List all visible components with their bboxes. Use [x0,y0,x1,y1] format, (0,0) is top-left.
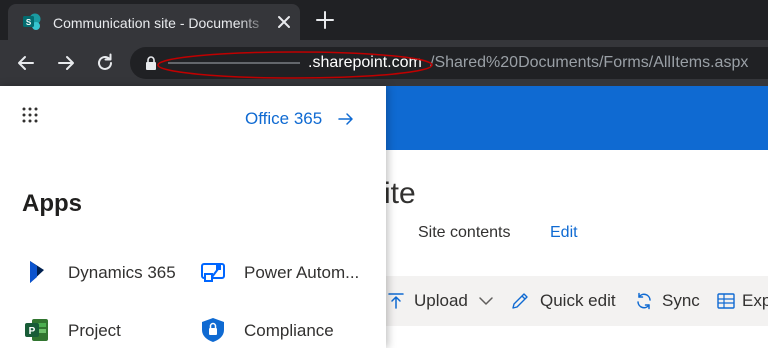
apps-heading: Apps [22,190,82,217]
app-tile-dynamics-365[interactable]: Dynamics 365 [24,259,184,289]
svg-text:S: S [26,18,32,27]
sync-icon [637,292,651,310]
export-button[interactable]: Exp [742,289,768,313]
quick-edit-button[interactable]: Quick edit [540,289,616,313]
tab-title: Communication site - Documents [53,15,260,31]
dynamics-365-icon [30,261,44,283]
app-label: Dynamics 365 [68,263,176,282]
arrow-right-icon[interactable] [337,110,355,128]
browser-toolbar: .sharepoint.com /Shared%20Documents/Form… [0,40,768,86]
app-label: Power Autom... [244,263,360,282]
app-tile-project[interactable]: P Project [24,317,184,347]
sharepoint-favicon-icon: S [23,13,41,30]
power-automate-icon [201,263,225,282]
url-path: /Shared%20Documents/Forms/AllItems.aspx [430,54,749,71]
project-icon: P [25,319,48,341]
nav-site-contents[interactable]: Site contents [418,222,511,244]
address-bar[interactable]: .sharepoint.com /Shared%20Documents/Form… [130,47,768,79]
new-tab-plus-icon[interactable] [314,9,336,31]
sync-button[interactable]: Sync [662,289,700,313]
office-365-link[interactable]: Office 365 [245,108,322,130]
pencil-icon [512,293,528,309]
compliance-icon [202,318,224,342]
chevron-down-icon[interactable] [476,291,496,311]
upload-button[interactable]: Upload [414,289,468,313]
back-arrow-icon[interactable] [14,51,38,75]
url-host: .sharepoint.com [308,54,422,71]
reload-icon[interactable] [93,51,117,75]
app-tile-power-automate[interactable]: Power Autom... [200,259,380,289]
svg-text:P: P [29,326,36,337]
waffle-icon[interactable] [20,105,40,125]
excel-export-icon [717,293,735,309]
app-label: Compliance [244,321,334,340]
app-tile-compliance[interactable]: Compliance [200,317,380,347]
site-title[interactable]: ite [384,174,416,214]
app-label: Project [68,321,121,340]
redacted-url-portion [168,62,300,64]
lock-icon[interactable] [145,56,157,70]
browser-tab[interactable]: S Communication site - Documents [8,4,300,40]
browser-tab-strip: S Communication site - Documents [0,0,768,40]
forward-arrow-icon[interactable] [54,51,78,75]
nav-edit[interactable]: Edit [550,222,578,244]
close-icon[interactable] [274,12,294,32]
upload-arrow-icon [388,293,404,309]
